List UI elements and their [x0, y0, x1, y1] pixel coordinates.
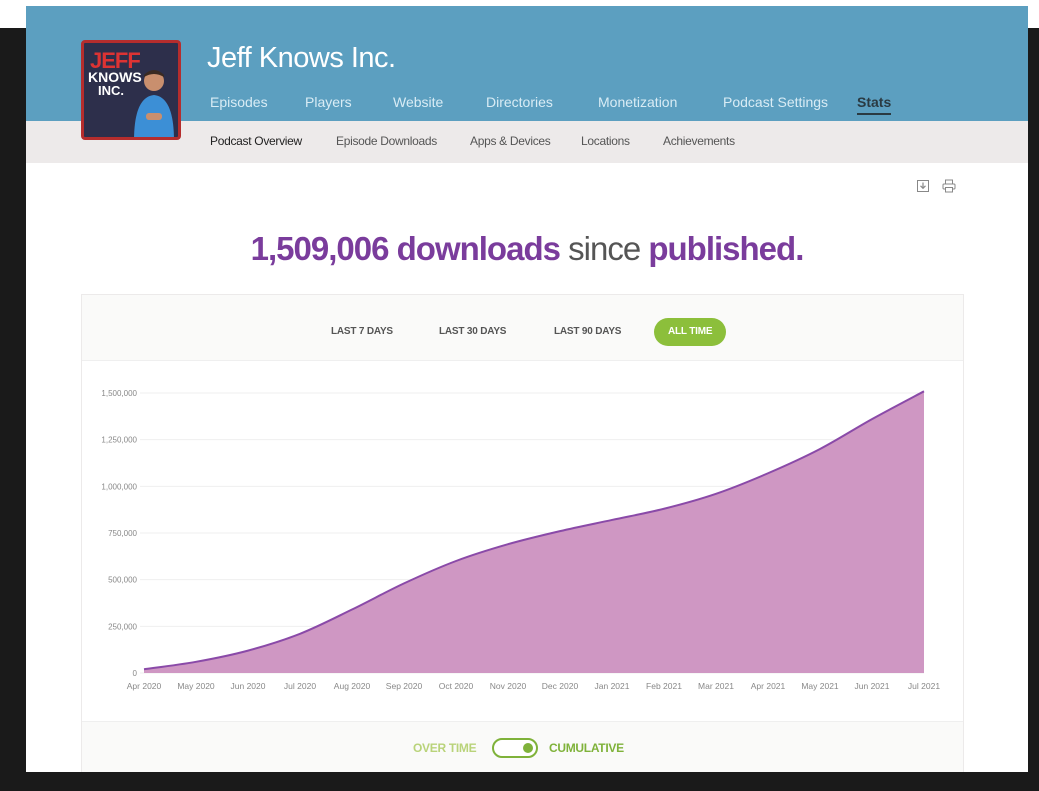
headline-word-published: published.	[648, 230, 804, 267]
sub-nav-item-locations[interactable]: Locations	[581, 134, 630, 148]
frame-border-left	[0, 28, 26, 791]
headline-word-since: since	[568, 230, 641, 267]
x-tick-label: Mar 2021	[698, 681, 734, 691]
toggle-knob	[523, 743, 533, 753]
downloads-chart: 0 250,000 500,000 750,000 1,000,000 1,250,000…	[82, 361, 963, 721]
main-nav-item-episodes[interactable]: Episodes	[210, 94, 268, 110]
x-tick-label: Jul 2020	[284, 681, 316, 691]
y-tick-label: 1,500,000	[101, 389, 137, 398]
total-downloads-count: 1,509,006	[250, 230, 390, 267]
x-tick-label: Apr 2021	[751, 681, 786, 691]
chart-mode-toggle-bar: OVER TIME CUMULATIVE	[82, 721, 963, 772]
range-button-last-90-days[interactable]: LAST 90 DAYS	[540, 318, 635, 346]
sub-nav-item-apps-devices[interactable]: Apps & Devices	[470, 134, 551, 148]
host-photo	[134, 70, 174, 137]
y-tick-label: 250,000	[108, 622, 137, 631]
download-icon[interactable]	[916, 179, 930, 193]
x-tick-label: Jun 2021	[855, 681, 890, 691]
range-button-all-time[interactable]: ALL TIME	[654, 318, 727, 346]
x-tick-label: Jul 2021	[908, 681, 940, 691]
app-window: Jeff Knows Inc. Episodes Players Website Di…	[26, 6, 1028, 772]
frame-border-right	[1028, 28, 1039, 791]
sub-nav-item-achievements[interactable]: Achievements	[663, 134, 735, 148]
sub-nav-item-podcast-overview[interactable]: Podcast Overview	[210, 134, 302, 148]
main-nav-item-directories[interactable]: Directories	[486, 94, 553, 110]
cover-logo-line3: INC.	[98, 83, 124, 98]
toggle-label-cumulative[interactable]: CUMULATIVE	[549, 741, 624, 755]
x-tick-label: Oct 2020	[439, 681, 474, 691]
downloads-area-chart: 0 250,000 500,000 750,000 1,000,000 1,250,000…	[101, 389, 940, 691]
x-tick-label: Aug 2020	[334, 681, 371, 691]
y-tick-label: 0	[133, 669, 138, 678]
range-selector: LAST 7 DAYS LAST 30 DAYS LAST 90 DAYS ALL T…	[82, 295, 963, 361]
downloads-headline: 1,509,006 downloads since published.	[26, 230, 1028, 268]
y-tick-label: 1,250,000	[101, 436, 137, 445]
x-tick-label: Jan 2021	[595, 681, 630, 691]
x-tick-label: Nov 2020	[490, 681, 527, 691]
over-time-cumulative-toggle[interactable]	[492, 738, 538, 758]
podcast-title: Jeff Knows Inc.	[207, 42, 396, 74]
range-button-last-30-days[interactable]: LAST 30 DAYS	[425, 318, 520, 346]
y-tick-label: 500,000	[108, 576, 137, 585]
downloads-area	[144, 391, 924, 673]
x-tick-label: May 2020	[177, 681, 215, 691]
headline-word-downloads: downloads	[396, 230, 561, 267]
main-nav-item-monetization[interactable]: Monetization	[598, 94, 677, 110]
print-icon[interactable]	[942, 179, 956, 193]
sub-nav-item-episode-downloads[interactable]: Episode Downloads	[336, 134, 437, 148]
x-tick-label: Feb 2021	[646, 681, 682, 691]
podcast-cover-art[interactable]: JEFF KNOWS INC.	[81, 40, 181, 140]
y-tick-label: 750,000	[108, 529, 137, 538]
x-tick-label: Jun 2020	[231, 681, 266, 691]
frame-border-bottom	[0, 772, 1039, 791]
main-nav-item-website[interactable]: Website	[393, 94, 443, 110]
x-tick-label: Sep 2020	[386, 681, 423, 691]
main-nav-item-stats[interactable]: Stats	[857, 94, 892, 115]
main-nav-item-podcast-settings[interactable]: Podcast Settings	[723, 94, 828, 110]
main-nav-item-players[interactable]: Players	[305, 94, 352, 110]
x-tick-label: Apr 2020	[127, 681, 162, 691]
downloads-chart-card: LAST 7 DAYS LAST 30 DAYS LAST 90 DAYS ALL T…	[81, 294, 964, 772]
x-tick-label: Dec 2020	[542, 681, 579, 691]
range-button-last-7-days[interactable]: LAST 7 DAYS	[317, 318, 407, 346]
toggle-label-over-time[interactable]: OVER TIME	[413, 741, 477, 755]
y-tick-label: 1,000,000	[101, 482, 137, 491]
x-tick-label: May 2021	[801, 681, 839, 691]
